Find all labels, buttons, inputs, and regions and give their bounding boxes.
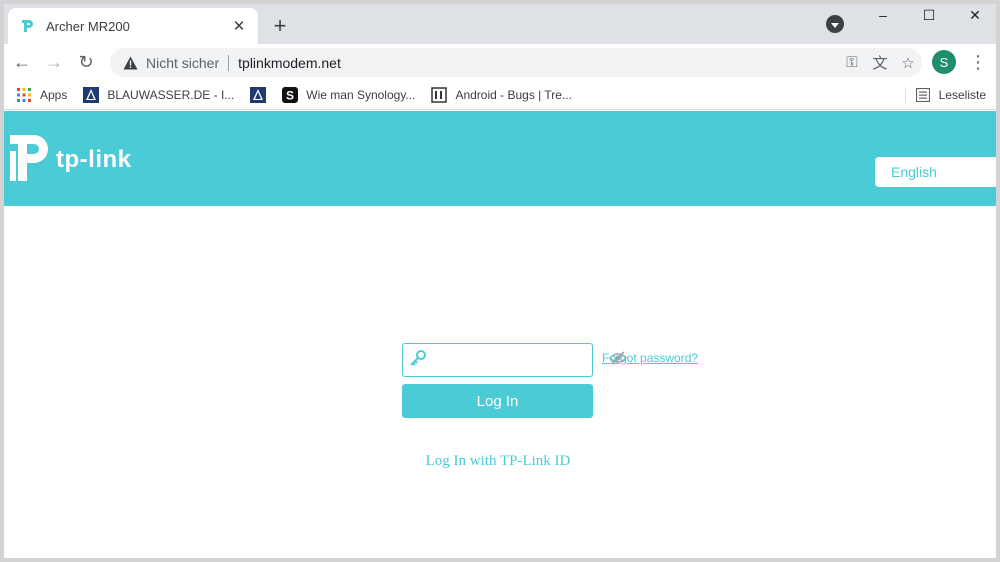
- tab-search-icon[interactable]: [826, 15, 844, 33]
- tab-title: Archer MR200: [46, 18, 130, 34]
- page-header: tp-link English: [4, 111, 996, 206]
- back-button[interactable]: ←: [8, 48, 36, 76]
- svg-text:S: S: [286, 88, 294, 102]
- new-tab-button[interactable]: +: [266, 12, 294, 40]
- tplink-id-login-link[interactable]: Log In with TP-Link ID: [426, 453, 571, 470]
- url-text[interactable]: tplinkmodem.net: [238, 55, 838, 71]
- tplink-id-login-row: Log In with TP-Link ID: [4, 453, 996, 470]
- translate-icon[interactable]: 文: [866, 49, 894, 77]
- blauwasser-icon: [250, 86, 267, 103]
- warning-icon[interactable]: [122, 55, 138, 71]
- bookmark-apps[interactable]: Apps: [10, 82, 73, 108]
- blauwasser-icon: [83, 86, 100, 103]
- tp-link-favicon-icon: [18, 17, 36, 35]
- s-logo-icon: S: [282, 86, 299, 103]
- minimize-button[interactable]: –: [860, 4, 906, 26]
- bookmark-label: Wie man Synology...: [306, 87, 416, 102]
- maximize-button[interactable]: ☐: [906, 4, 952, 26]
- tp-link-logo-icon: [8, 131, 50, 188]
- bookmark-android-bugs[interactable]: Android - Bugs | Tre...: [425, 82, 578, 108]
- browser-window: Archer MR200 ✕ + – ☐ ✕ ← → ↻ Nicht siche…: [0, 0, 1000, 562]
- address-separator: [228, 54, 230, 71]
- tab-archer-mr200[interactable]: Archer MR200 ✕: [8, 8, 258, 44]
- password-input[interactable]: [433, 346, 609, 374]
- password-field[interactable]: [402, 343, 628, 377]
- brand-name: tp-link: [56, 145, 132, 173]
- tp-link-logo: tp-link: [8, 131, 132, 188]
- bookmark-blauwasser-2[interactable]: [244, 82, 272, 108]
- bookmark-label: BLAUWASSER.DE - I...: [107, 87, 235, 102]
- reading-list-icon: [915, 87, 931, 103]
- bookmark-star-icon[interactable]: ☆: [894, 49, 922, 77]
- reading-list-label: Leseliste: [938, 88, 986, 102]
- address-bar[interactable]: Nicht sicher tplinkmodem.net ⚿ 文 ☆: [110, 48, 922, 77]
- close-tab-icon[interactable]: ✕: [230, 17, 248, 35]
- login-button[interactable]: Log In: [402, 384, 593, 418]
- reading-list-button[interactable]: Leseliste: [911, 82, 990, 108]
- apps-grid-icon: [16, 87, 32, 103]
- key-icon[interactable]: ⚿: [838, 49, 866, 77]
- forgot-password-link[interactable]: Forgot password?: [602, 351, 698, 365]
- bookmarks-bar: Apps BLAUWASSER.DE - I... S Wie man Syno…: [4, 80, 996, 110]
- close-window-button[interactable]: ✕: [952, 4, 996, 26]
- browser-menu-icon[interactable]: ⋮: [966, 48, 990, 76]
- key-icon: [409, 349, 427, 372]
- reading-list-separator: [905, 87, 906, 103]
- bookmark-label: Apps: [40, 87, 68, 102]
- issue-tracker-icon: [431, 86, 448, 103]
- bookmark-synology[interactable]: S Wie man Synology...: [276, 82, 421, 108]
- reload-button[interactable]: ↻: [72, 48, 100, 76]
- tab-strip: Archer MR200 ✕ + – ☐ ✕: [4, 4, 996, 44]
- browser-toolbar: ← → ↻ Nicht sicher tplinkmodem.net ⚿ 文 ☆…: [4, 44, 996, 80]
- bookmark-label: Android - Bugs | Tre...: [455, 87, 572, 102]
- profile-avatar[interactable]: S: [932, 50, 956, 74]
- forward-button[interactable]: →: [40, 48, 68, 76]
- language-select[interactable]: English: [875, 157, 996, 187]
- security-status[interactable]: Nicht sicher: [146, 55, 219, 71]
- bookmark-blauwasser[interactable]: BLAUWASSER.DE - I...: [77, 82, 240, 108]
